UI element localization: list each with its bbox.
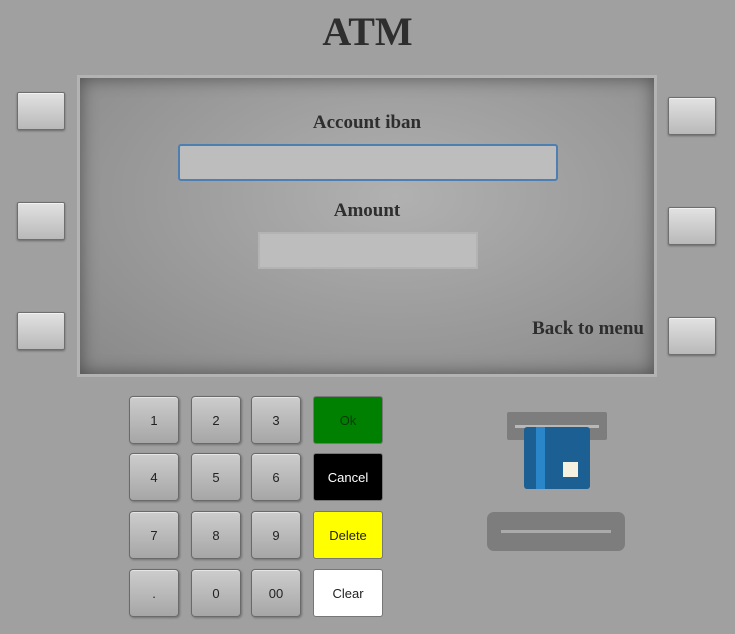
credit-card-icon[interactable] (522, 425, 592, 493)
cash-dispenser-opening (501, 530, 611, 533)
cash-dispenser-icon (487, 512, 625, 551)
key-3[interactable]: 3 (251, 396, 301, 444)
key-1[interactable]: 1 (129, 396, 179, 444)
right-side-button-1[interactable] (668, 97, 716, 135)
ok-button[interactable]: Ok (313, 396, 383, 444)
amount-input[interactable] (258, 232, 478, 269)
key-00[interactable]: 00 (251, 569, 301, 617)
right-side-button-3[interactable] (668, 317, 716, 355)
back-to-menu-link[interactable]: Back to menu (532, 318, 644, 340)
key-7[interactable]: 7 (129, 511, 179, 559)
left-side-button-1[interactable] (17, 92, 65, 130)
atm-screen: Account iban Amount Back to menu (77, 75, 657, 377)
amount-label: Amount (333, 200, 401, 221)
clear-button[interactable]: Clear (313, 569, 383, 617)
cancel-button[interactable]: Cancel (313, 453, 383, 501)
key-6[interactable]: 6 (251, 453, 301, 501)
left-side-button-2[interactable] (17, 202, 65, 240)
atm-title: ATM (322, 9, 413, 54)
key-9[interactable]: 9 (251, 511, 301, 559)
right-side-button-2[interactable] (668, 207, 716, 245)
delete-button[interactable]: Delete (313, 511, 383, 559)
key-0[interactable]: 0 (191, 569, 241, 617)
key-8[interactable]: 8 (191, 511, 241, 559)
key-5[interactable]: 5 (191, 453, 241, 501)
left-side-button-3[interactable] (17, 312, 65, 350)
key-decimal[interactable]: . (129, 569, 179, 617)
account-iban-input[interactable] (178, 144, 558, 181)
key-4[interactable]: 4 (129, 453, 179, 501)
account-iban-label: Account iban (312, 112, 422, 133)
key-2[interactable]: 2 (191, 396, 241, 444)
